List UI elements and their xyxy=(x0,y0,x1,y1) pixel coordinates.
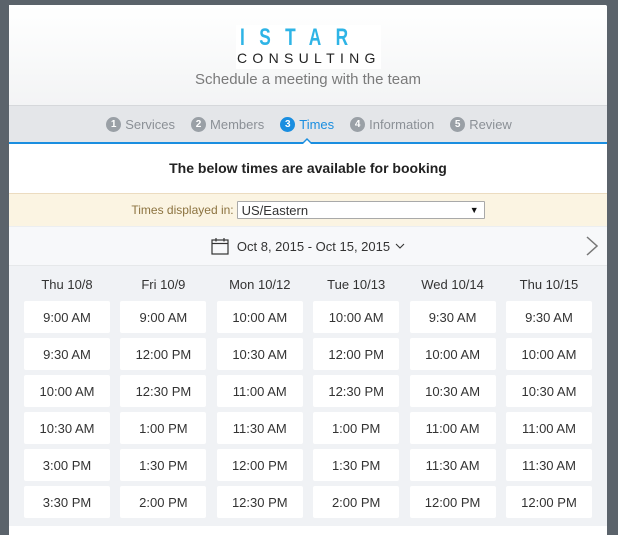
time-slot-button[interactable]: 12:30 PM xyxy=(120,375,207,407)
next-week-button[interactable] xyxy=(586,236,598,256)
time-slot-button[interactable]: 1:30 PM xyxy=(120,449,207,481)
time-slot-button[interactable]: 2:00 PM xyxy=(120,486,207,518)
time-slot-button[interactable]: 12:00 PM xyxy=(313,338,400,370)
time-slot-button[interactable]: 10:00 AM xyxy=(216,301,303,333)
day-header: Mon 10/12 xyxy=(229,277,291,292)
time-slot-button[interactable]: 10:00 AM xyxy=(313,301,400,333)
time-slot-button[interactable]: 1:30 PM xyxy=(313,449,400,481)
chevron-down-icon[interactable] xyxy=(395,243,405,250)
day-header: Thu 10/8 xyxy=(41,277,93,292)
day-column: Mon 10/12 10:00 AM 10:30 AM 11:00 AM 11:30 A… xyxy=(216,266,303,526)
step-label: Review xyxy=(469,116,512,132)
time-slot-button[interactable]: 11:00 AM xyxy=(409,412,496,444)
time-slot-button[interactable]: 12:30 PM xyxy=(216,486,303,518)
timezone-select[interactable]: US/Eastern ▼ xyxy=(236,201,485,219)
time-slot-button[interactable]: 10:00 AM xyxy=(24,375,110,407)
date-range-selector[interactable]: Oct 8, 2015 - Oct 15, 2015 xyxy=(237,239,390,254)
active-step-caret xyxy=(301,138,314,144)
step-services[interactable]: 1 Services xyxy=(106,116,176,132)
logo-consulting: CONSULTING xyxy=(237,50,381,66)
time-slot-button[interactable]: 1:00 PM xyxy=(313,412,400,444)
time-slot-button[interactable]: 12:00 PM xyxy=(409,486,496,518)
day-column: Thu 10/8 9:00 AM 9:30 AM 10:00 AM 10:30 AM 3:… xyxy=(24,266,110,526)
step-number-badge: 1 xyxy=(106,116,122,132)
time-slot-button[interactable]: 9:30 AM xyxy=(505,301,592,333)
availability-notice: The below times are available for bookin… xyxy=(9,144,607,194)
time-slot-button[interactable]: 10:30 AM xyxy=(409,375,496,407)
time-slot-button[interactable]: 11:30 AM xyxy=(505,449,592,481)
step-label: Members xyxy=(210,116,265,132)
time-slot-button[interactable]: 10:30 AM xyxy=(216,338,303,370)
time-slot-button[interactable]: 11:30 AM xyxy=(409,449,496,481)
day-column: Tue 10/13 10:00 AM 12:00 PM 12:30 PM 1:00 PM… xyxy=(313,266,400,526)
step-label: Information xyxy=(369,116,435,132)
time-slot-button[interactable]: 10:00 AM xyxy=(505,338,592,370)
booking-panel: ISTAR CONSULTING Schedule a meeting with… xyxy=(9,5,607,535)
time-slot-button[interactable]: 2:00 PM xyxy=(313,486,400,518)
step-number-badge: 2 xyxy=(191,116,207,132)
time-slot-button[interactable]: 12:00 PM xyxy=(120,338,207,370)
time-slot-button[interactable]: 3:30 PM xyxy=(24,486,110,518)
day-column: Fri 10/9 9:00 AM 12:00 PM 12:30 PM 1:00 PM 1:… xyxy=(120,266,207,526)
time-slot-button[interactable]: 9:00 AM xyxy=(120,301,207,333)
day-header: Fri 10/9 xyxy=(141,277,186,292)
time-slot-button[interactable]: 11:00 AM xyxy=(505,412,592,444)
day-header: Tue 10/13 xyxy=(327,277,386,292)
time-slot-button[interactable]: 10:30 AM xyxy=(24,412,110,444)
time-slot-button[interactable]: 9:30 AM xyxy=(24,338,110,370)
day-column: Thu 10/15 9:30 AM 10:00 AM 10:30 AM 11:00 AM… xyxy=(505,266,592,526)
day-column: Wed 10/14 9:30 AM 10:00 AM 10:30 AM 11:00 AM… xyxy=(409,266,496,526)
time-slot-button[interactable]: 12:00 PM xyxy=(216,449,303,481)
time-slot-button[interactable]: 3:00 PM xyxy=(24,449,110,481)
time-slot-button[interactable]: 11:30 AM xyxy=(216,412,303,444)
dropdown-arrow-icon: ▼ xyxy=(469,205,479,215)
time-slot-button[interactable]: 1:00 PM xyxy=(120,412,207,444)
time-slot-button[interactable]: 10:00 AM xyxy=(409,338,496,370)
time-slot-grid: Thu 10/8 9:00 AM 9:30 AM 10:00 AM 10:30 AM 3:… xyxy=(9,266,607,526)
header: ISTAR CONSULTING Schedule a meeting with… xyxy=(9,5,607,105)
step-number-badge: 3 xyxy=(280,116,296,132)
time-slot-button[interactable]: 12:00 PM xyxy=(505,486,592,518)
step-label: Services xyxy=(125,116,176,132)
timezone-value: US/Eastern xyxy=(241,202,309,218)
step-number-badge: 5 xyxy=(450,116,466,132)
time-slot-button[interactable]: 9:00 AM xyxy=(24,301,110,333)
timezone-label: Times displayed in: xyxy=(131,203,234,217)
step-members[interactable]: 2 Members xyxy=(191,116,265,132)
time-slot-button[interactable]: 9:30 AM xyxy=(409,301,496,333)
page-subtitle: Schedule a meeting with the team xyxy=(195,71,421,88)
time-slot-button[interactable]: 11:00 AM xyxy=(216,375,303,407)
step-times[interactable]: 3 Times xyxy=(280,116,335,132)
time-slot-button[interactable]: 12:30 PM xyxy=(313,375,400,407)
day-header: Wed 10/14 xyxy=(421,277,484,292)
step-label: Times xyxy=(299,116,335,132)
step-information[interactable]: 4 Information xyxy=(350,116,435,132)
step-number-badge: 4 xyxy=(350,116,366,132)
calendar-icon[interactable] xyxy=(211,237,229,255)
step-nav: 1 Services 2 Members 3 Times 4 Information 5 Revi… xyxy=(9,105,607,144)
time-slot-button[interactable]: 10:30 AM xyxy=(505,375,592,407)
logo: ISTAR CONSULTING xyxy=(236,25,381,69)
step-review[interactable]: 5 Review xyxy=(450,116,512,132)
timezone-bar: Times displayed in: US/Eastern ▼ xyxy=(9,194,607,227)
logo-istar: ISTAR xyxy=(240,24,363,51)
date-range-bar: Oct 8, 2015 - Oct 15, 2015 xyxy=(9,227,607,266)
day-header: Thu 10/15 xyxy=(519,277,579,292)
